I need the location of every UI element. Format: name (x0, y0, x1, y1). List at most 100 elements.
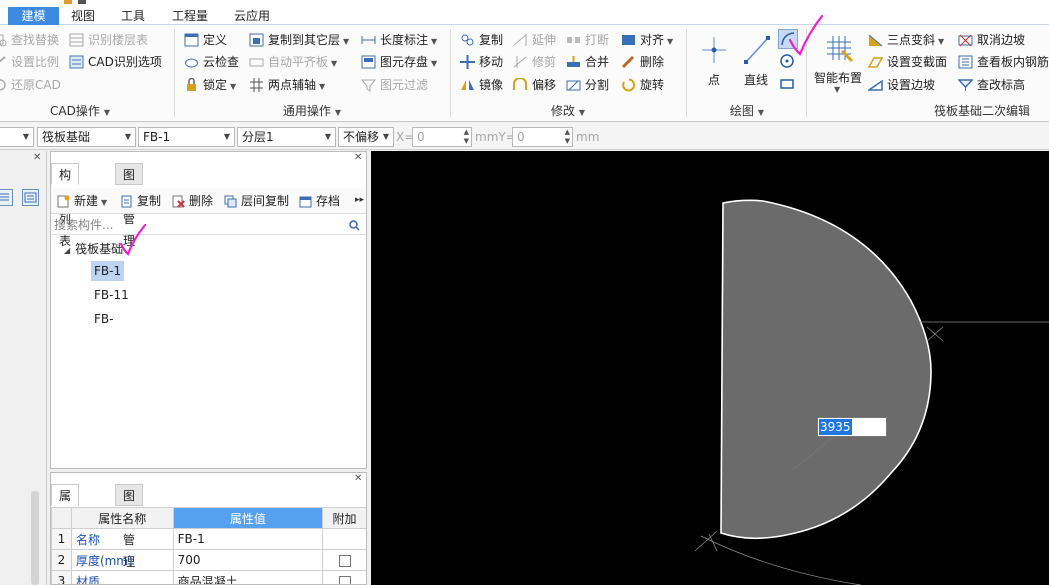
define-button[interactable]: 定义 (184, 30, 227, 50)
two-point-axis-button[interactable]: 两点辅轴 ▼ (249, 75, 325, 95)
new-component-button[interactable]: 新建 ▼ (57, 191, 107, 213)
close-icon[interactable]: ✕ (33, 152, 41, 163)
list-view-button[interactable] (0, 189, 13, 206)
identify-floor-table-button[interactable]: 识别楼层表 (69, 30, 148, 50)
spinner-arrows-icon[interactable]: ▲ ▼ (464, 128, 469, 146)
restore-cad-button[interactable]: 还原CAD (0, 75, 61, 95)
collapse-triangle-icon[interactable]: ◢ (64, 246, 70, 255)
line-icon (744, 36, 770, 64)
common-group-label[interactable]: 通用操作 ▼ (268, 102, 356, 120)
cancel-slope-icon (958, 34, 973, 47)
scrollbar[interactable] (31, 491, 39, 585)
floor-combo[interactable]: ▼ (0, 127, 34, 147)
component-combo[interactable]: FB-1 ▼ (138, 127, 235, 147)
property-value[interactable]: FB-1 (172, 528, 324, 550)
tree-item-fb-11[interactable]: FB-11 (91, 285, 132, 305)
tab-layer-management[interactable]: 图层管理 (115, 484, 144, 569)
archive-button[interactable]: 存档 (299, 191, 340, 211)
quick-access-icon[interactable] (78, 0, 86, 4)
offset-combo[interactable]: 不偏移 ▼ (338, 127, 394, 147)
type-combo[interactable]: 筏板基础 ▼ (37, 127, 136, 147)
set-slope-button[interactable]: 设置边坡 (868, 75, 935, 95)
extend-button[interactable]: 延伸 (513, 30, 556, 50)
auto-align-slab-button[interactable]: 自动平齐板 ▼ (249, 52, 337, 72)
quick-access-icon[interactable] (64, 0, 72, 4)
component-search-input[interactable]: 搜索构件... (52, 215, 365, 235)
offset-button[interactable]: 偏移 (513, 75, 556, 95)
lock-button[interactable]: 锁定 ▼ (184, 75, 236, 95)
close-icon[interactable]: ✕ (354, 152, 362, 163)
rectangle-button[interactable] (778, 75, 798, 95)
length-dimension-button[interactable]: 长度标注 ▼ (361, 30, 437, 50)
align-slab-icon (249, 58, 264, 67)
view-slab-rebar-button[interactable]: 查看板内钢筋 (958, 52, 1049, 72)
tree-root-raft-foundation[interactable]: ◢ 筏板基础 (64, 240, 123, 260)
tree-item-fb-1[interactable]: FB-1 (91, 261, 125, 281)
cancel-slope-button[interactable]: 取消边坡 (958, 30, 1025, 50)
element-save-button[interactable]: 图元存盘 ▼ (361, 52, 437, 72)
more-tools-icon[interactable]: ▸▸ (355, 195, 364, 205)
point-label: 点 (707, 73, 720, 87)
detail-view-button[interactable] (22, 189, 39, 206)
rotate-button[interactable]: 旋转 (621, 75, 664, 95)
arc-button[interactable] (778, 29, 798, 49)
spinner-arrows-icon[interactable]: ▲ ▼ (565, 128, 570, 146)
dimension-input[interactable]: 3935 (817, 417, 887, 437)
table-row[interactable]: 1 名称 FB-1 (51, 528, 366, 550)
menu-tab-view[interactable]: 视图 (64, 7, 102, 25)
set-scale-button[interactable]: 设置比例 (0, 52, 59, 72)
check-elevation-button[interactable]: 查改标高 (958, 75, 1025, 95)
property-value[interactable]: 商品混凝土 (172, 570, 324, 584)
menu-tab-tools[interactable]: 工具 (114, 7, 152, 25)
menu-tab-quantity[interactable]: 工程量 (166, 7, 214, 25)
copy-to-other-floor-button[interactable]: 复制到其它层 ▼ (249, 30, 349, 50)
x-input[interactable]: 0 ▲ ▼ (412, 127, 472, 147)
close-icon[interactable]: ✕ (354, 473, 362, 484)
circle-button[interactable] (778, 52, 798, 72)
drawing-canvas[interactable]: 3935 (371, 151, 1049, 585)
attach-checkbox[interactable] (338, 575, 351, 584)
line-button[interactable]: 直线 (738, 29, 774, 89)
set-variable-section-button[interactable]: 设置变截面 (868, 52, 947, 72)
quick-access-toolbar[interactable] (64, 0, 90, 5)
cloud-check-button[interactable]: 云检查 (184, 52, 239, 72)
attach-checkbox[interactable] (338, 554, 351, 567)
rotate-label: 旋转 (640, 78, 665, 92)
delete-component-button[interactable]: 删除 (172, 191, 213, 211)
mm-y-label: mmY= (475, 130, 516, 144)
property-value[interactable]: 700 (172, 549, 324, 571)
table-row[interactable]: 3 材质 商品混凝土 (51, 570, 366, 584)
align-button[interactable]: 对齐 ▼ (621, 30, 673, 50)
tree-item-fb[interactable]: FB- (91, 309, 116, 329)
layer-combo[interactable]: 分层1 ▼ (237, 127, 336, 147)
element-filter-button[interactable]: 图元过滤 (361, 75, 428, 95)
split-button[interactable]: 分割 (566, 75, 609, 95)
three-point-slope-button[interactable]: 三点变斜 ▼ (868, 30, 944, 50)
y-input[interactable]: 0 ▲ ▼ (512, 127, 573, 147)
tab-property-list[interactable]: 属性列表 (51, 484, 80, 569)
smart-layout-button[interactable]: 智能布置 ▼ (812, 29, 864, 99)
raft-slab-shape[interactable] (720, 199, 932, 540)
draw-group-label[interactable]: 绘图 ▼ (722, 102, 772, 120)
break-button[interactable]: 打断 (566, 30, 609, 50)
copy-component-button[interactable]: 复制 (120, 191, 161, 211)
tab-drawing-management[interactable]: 图纸管理 (115, 163, 144, 248)
copy-button[interactable]: 复制 (460, 30, 503, 50)
cad-identify-options-button[interactable]: CAD识别选项 (69, 52, 162, 72)
delete-button[interactable]: 删除 (621, 52, 664, 72)
mirror-button[interactable]: 镜像 (460, 75, 503, 95)
find-replace-button[interactable]: 查找替换 (0, 30, 59, 50)
cad-group-label[interactable]: CAD操作 ▼ (40, 102, 120, 120)
table-row[interactable]: 2 厚度(mm) 700 (51, 549, 366, 571)
menu-tab-cloud[interactable]: 云应用 (228, 7, 276, 25)
trim-button[interactable]: 修剪 (513, 52, 556, 72)
move-button[interactable]: 移动 (460, 52, 503, 72)
search-icon[interactable] (349, 220, 360, 231)
merge-button[interactable]: 合并 (566, 52, 609, 72)
inter-floor-copy-button[interactable]: 层间复制 (224, 191, 289, 211)
point-button[interactable]: 点 (696, 29, 732, 89)
menu-tab-modeling[interactable]: 建模 (8, 7, 59, 25)
tab-component-list[interactable]: 构件列表 (51, 163, 80, 248)
modify-group-label[interactable]: 修改 ▼ (540, 102, 596, 120)
type-combo-value: 筏板基础 (42, 130, 91, 144)
